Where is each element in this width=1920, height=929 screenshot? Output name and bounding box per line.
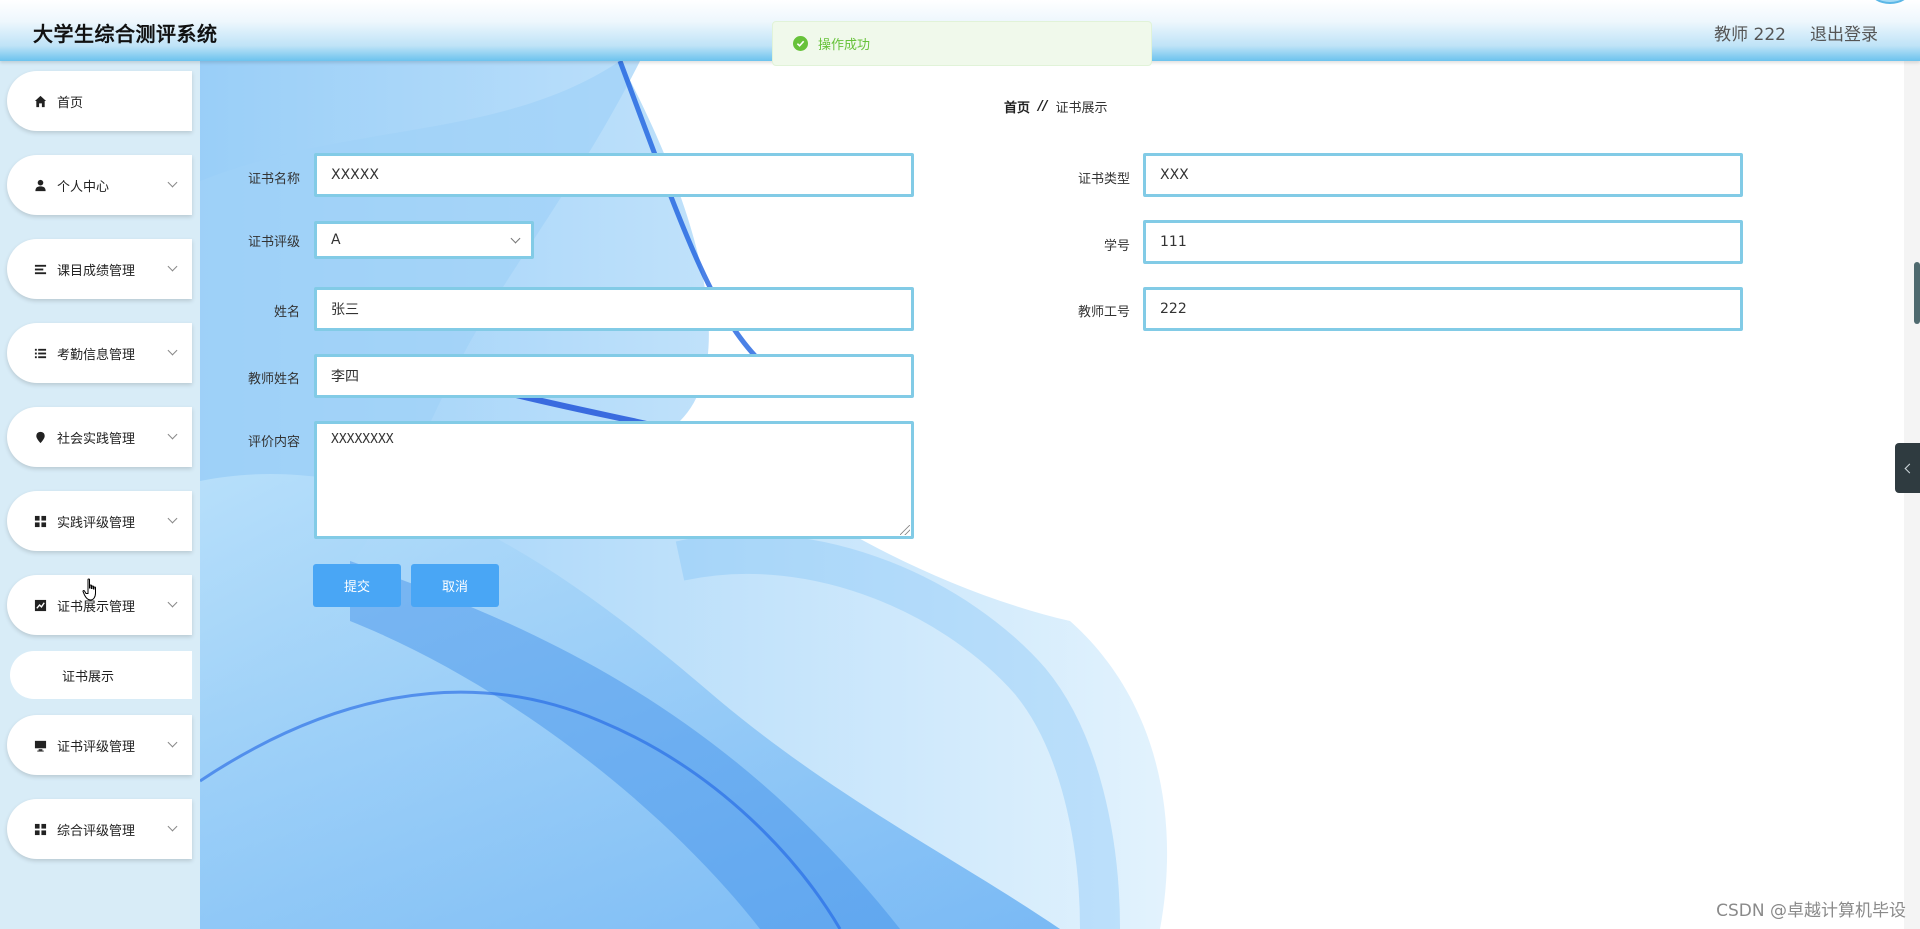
sidebar-item-practice-rating[interactable]: 实践评级管理 bbox=[7, 491, 192, 551]
teacher-name-input[interactable] bbox=[331, 357, 897, 395]
sidebar-item-label: 课目成绩管理 bbox=[57, 263, 136, 279]
comment-label: 评价内容 bbox=[247, 435, 300, 450]
chevron-down-icon bbox=[167, 177, 178, 188]
home-icon bbox=[33, 94, 47, 108]
breadcrumb: 首页 // 证书展示 bbox=[1004, 97, 1108, 116]
chevron-down-icon bbox=[167, 261, 178, 272]
cert-name-input[interactable] bbox=[331, 156, 897, 194]
cert-type-field[interactable] bbox=[1143, 153, 1743, 197]
hand-cursor-icon bbox=[82, 578, 100, 606]
watermark: CSDN @卓越计算机毕设 bbox=[1716, 901, 1906, 921]
scrollbar-track[interactable] bbox=[1904, 61, 1920, 929]
sidebar-item-course-scores[interactable]: 课目成绩管理 bbox=[7, 239, 192, 299]
cancel-button[interactable]: 取消 bbox=[411, 564, 499, 607]
chevron-down-icon bbox=[510, 233, 521, 244]
cert-name-label: 证书名称 bbox=[247, 172, 300, 187]
teacher-no-input[interactable] bbox=[1160, 290, 1726, 328]
teacher-no-label: 教师工号 bbox=[1077, 305, 1130, 320]
chevron-down-icon bbox=[167, 737, 178, 748]
check-circle-icon bbox=[793, 36, 808, 51]
sidebar-item-label: 考勤信息管理 bbox=[57, 347, 136, 363]
sidebar-item-label: 个人中心 bbox=[57, 179, 110, 195]
comment-text: XXXXXXXX bbox=[331, 432, 394, 447]
submit-button[interactable]: 提交 bbox=[313, 564, 401, 607]
chevron-down-icon bbox=[167, 821, 178, 832]
grid-icon bbox=[33, 514, 47, 528]
name-label: 姓名 bbox=[273, 305, 300, 320]
cert-level-select[interactable]: A bbox=[314, 221, 534, 259]
cert-type-label: 证书类型 bbox=[1077, 172, 1130, 187]
sidebar-subitem-certificate-display[interactable]: 证书展示 bbox=[10, 651, 192, 699]
breadcrumb-home[interactable]: 首页 bbox=[1004, 97, 1030, 116]
success-toast: 操作成功 bbox=[772, 21, 1152, 66]
cert-level-label: 证书评级 bbox=[247, 235, 300, 250]
chevron-down-icon bbox=[167, 597, 178, 608]
teacher-name-label: 教师姓名 bbox=[247, 372, 300, 387]
sidebar-item-label: 证书评级管理 bbox=[57, 739, 136, 755]
pin-icon bbox=[33, 430, 47, 444]
student-no-field[interactable] bbox=[1143, 220, 1743, 264]
resize-grip-icon[interactable] bbox=[900, 525, 910, 535]
user-icon bbox=[33, 178, 47, 192]
sidebar-subitem-label: 证书展示 bbox=[62, 669, 115, 685]
sidebar-item-label: 实践评级管理 bbox=[57, 515, 136, 531]
toast-message: 操作成功 bbox=[818, 38, 871, 53]
current-user: 教师 222 bbox=[1714, 25, 1786, 45]
scrollbar-thumb[interactable] bbox=[1914, 262, 1920, 324]
comment-textarea[interactable]: XXXXXXXX bbox=[314, 421, 914, 539]
student-no-input[interactable] bbox=[1160, 223, 1726, 261]
cert-type-input[interactable] bbox=[1160, 156, 1726, 194]
cert-level-value: A bbox=[331, 232, 341, 248]
cert-name-field[interactable] bbox=[314, 153, 914, 197]
monitor-icon bbox=[33, 738, 47, 752]
main-content: 首页 // 证书展示 证书名称 证书评级 A 姓名 教师姓名 评价内容 XXXX… bbox=[200, 61, 1904, 929]
chevron-left-icon bbox=[1904, 463, 1914, 473]
sidebar-item-profile[interactable]: 个人中心 bbox=[7, 155, 192, 215]
chevron-down-icon bbox=[167, 345, 178, 356]
chart-icon bbox=[33, 598, 47, 612]
sidebar-item-home[interactable]: 首页 bbox=[7, 71, 192, 131]
sidebar-item-label: 社会实践管理 bbox=[57, 431, 136, 447]
sidebar-item-label: 首页 bbox=[57, 95, 84, 111]
teacher-no-field[interactable] bbox=[1143, 287, 1743, 331]
sidebar-item-social-practice[interactable]: 社会实践管理 bbox=[7, 407, 192, 467]
avatar[interactable] bbox=[1870, 0, 1910, 4]
sidebar-item-certificate-rating[interactable]: 证书评级管理 bbox=[7, 715, 192, 775]
list-icon bbox=[33, 262, 47, 276]
header-user-area: 教师 222 退出登录 bbox=[1714, 20, 1878, 45]
breadcrumb-current: 证书展示 bbox=[1055, 101, 1108, 116]
chevron-down-icon bbox=[167, 513, 178, 524]
chevron-down-icon bbox=[167, 429, 178, 440]
student-no-label: 学号 bbox=[1103, 239, 1130, 254]
teacher-name-field[interactable] bbox=[314, 354, 914, 398]
sidebar-item-label: 综合评级管理 bbox=[57, 823, 136, 839]
logout-link[interactable]: 退出登录 bbox=[1810, 20, 1878, 45]
collapse-panel-handle[interactable] bbox=[1895, 443, 1920, 493]
name-field[interactable] bbox=[314, 287, 914, 331]
grid-icon bbox=[33, 822, 47, 836]
name-input[interactable] bbox=[331, 290, 897, 328]
breadcrumb-separator: // bbox=[1038, 99, 1048, 114]
sidebar-item-attendance[interactable]: 考勤信息管理 bbox=[7, 323, 192, 383]
sidebar: 首页 个人中心 课目成绩管理 考勤信息管理 社会实践管理 实践评级管理 证书展示… bbox=[0, 61, 200, 929]
app-title: 大学生综合测评系统 bbox=[33, 22, 218, 46]
list-indent-icon bbox=[33, 346, 47, 360]
sidebar-item-overall-rating[interactable]: 综合评级管理 bbox=[7, 799, 192, 859]
